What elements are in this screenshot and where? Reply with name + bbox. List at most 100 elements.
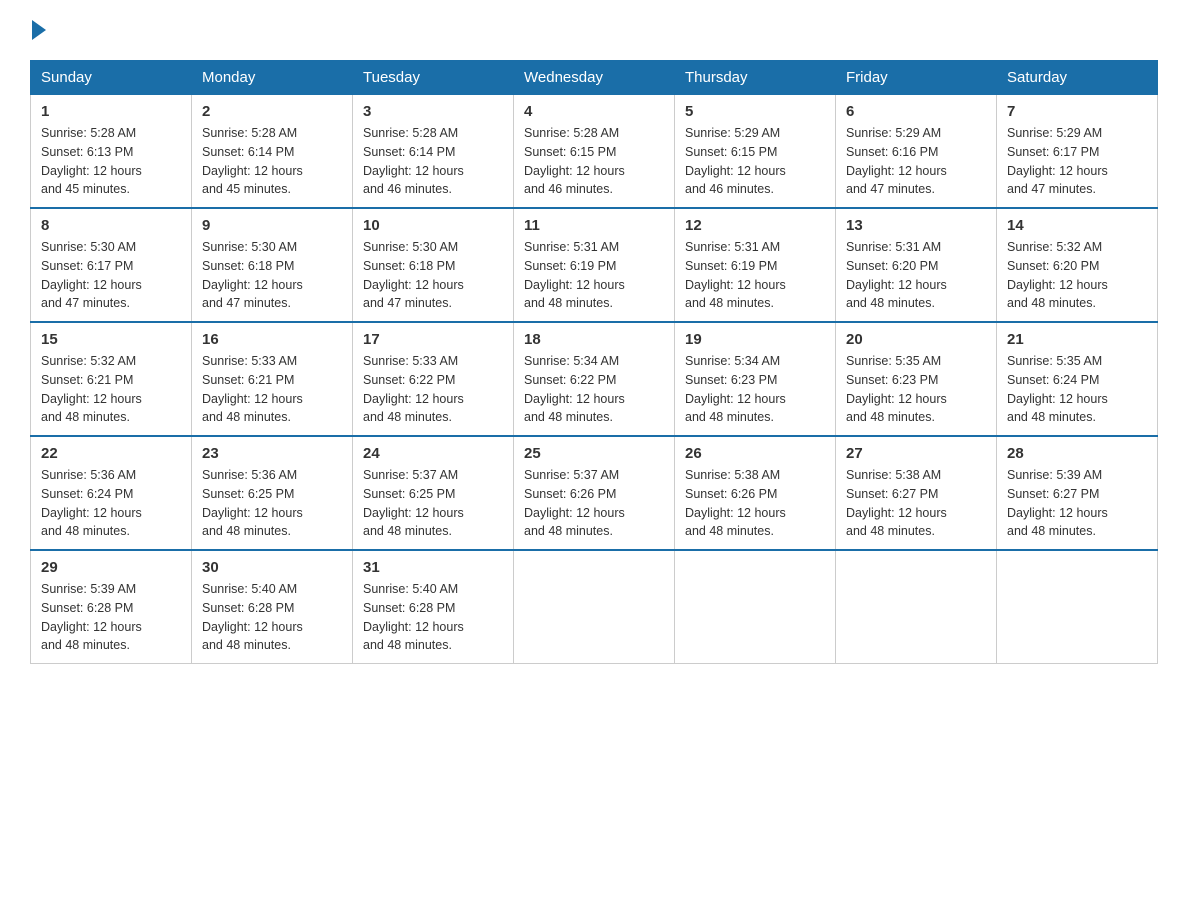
day-info: Sunrise: 5:31 AMSunset: 6:19 PMDaylight:… (685, 240, 786, 310)
day-number: 6 (846, 103, 986, 120)
calendar-day-cell: 4 Sunrise: 5:28 AMSunset: 6:15 PMDayligh… (514, 95, 675, 209)
calendar-week-row: 15 Sunrise: 5:32 AMSunset: 6:21 PMDaylig… (31, 322, 1158, 436)
day-info: Sunrise: 5:32 AMSunset: 6:20 PMDaylight:… (1007, 240, 1108, 310)
calendar-day-cell: 2 Sunrise: 5:28 AMSunset: 6:14 PMDayligh… (192, 95, 353, 209)
day-info: Sunrise: 5:28 AMSunset: 6:15 PMDaylight:… (524, 126, 625, 196)
calendar-day-cell: 19 Sunrise: 5:34 AMSunset: 6:23 PMDaylig… (675, 322, 836, 436)
day-of-week-header: Wednesday (514, 61, 675, 95)
day-number: 30 (202, 559, 342, 576)
calendar-day-cell: 9 Sunrise: 5:30 AMSunset: 6:18 PMDayligh… (192, 208, 353, 322)
day-of-week-header: Friday (836, 61, 997, 95)
calendar-day-cell: 18 Sunrise: 5:34 AMSunset: 6:22 PMDaylig… (514, 322, 675, 436)
day-number: 4 (524, 103, 664, 120)
day-number: 9 (202, 217, 342, 234)
calendar-day-cell: 12 Sunrise: 5:31 AMSunset: 6:19 PMDaylig… (675, 208, 836, 322)
day-number: 31 (363, 559, 503, 576)
day-info: Sunrise: 5:36 AMSunset: 6:25 PMDaylight:… (202, 468, 303, 538)
calendar-day-cell: 14 Sunrise: 5:32 AMSunset: 6:20 PMDaylig… (997, 208, 1158, 322)
day-number: 11 (524, 217, 664, 234)
day-info: Sunrise: 5:31 AMSunset: 6:20 PMDaylight:… (846, 240, 947, 310)
day-number: 13 (846, 217, 986, 234)
day-number: 29 (41, 559, 181, 576)
day-number: 22 (41, 445, 181, 462)
calendar-day-cell: 1 Sunrise: 5:28 AMSunset: 6:13 PMDayligh… (31, 95, 192, 209)
day-number: 27 (846, 445, 986, 462)
day-info: Sunrise: 5:38 AMSunset: 6:26 PMDaylight:… (685, 468, 786, 538)
calendar-header-row: SundayMondayTuesdayWednesdayThursdayFrid… (31, 61, 1158, 95)
day-of-week-header: Tuesday (353, 61, 514, 95)
calendar-week-row: 1 Sunrise: 5:28 AMSunset: 6:13 PMDayligh… (31, 95, 1158, 209)
day-number: 21 (1007, 331, 1147, 348)
day-number: 2 (202, 103, 342, 120)
day-number: 20 (846, 331, 986, 348)
calendar-day-cell: 5 Sunrise: 5:29 AMSunset: 6:15 PMDayligh… (675, 95, 836, 209)
logo (30, 20, 48, 40)
day-number: 7 (1007, 103, 1147, 120)
day-info: Sunrise: 5:37 AMSunset: 6:25 PMDaylight:… (363, 468, 464, 538)
calendar-day-cell: 11 Sunrise: 5:31 AMSunset: 6:19 PMDaylig… (514, 208, 675, 322)
day-number: 10 (363, 217, 503, 234)
day-of-week-header: Sunday (31, 61, 192, 95)
calendar-day-cell: 13 Sunrise: 5:31 AMSunset: 6:20 PMDaylig… (836, 208, 997, 322)
day-info: Sunrise: 5:38 AMSunset: 6:27 PMDaylight:… (846, 468, 947, 538)
calendar-day-cell: 31 Sunrise: 5:40 AMSunset: 6:28 PMDaylig… (353, 550, 514, 664)
calendar-day-cell: 27 Sunrise: 5:38 AMSunset: 6:27 PMDaylig… (836, 436, 997, 550)
calendar-day-cell: 17 Sunrise: 5:33 AMSunset: 6:22 PMDaylig… (353, 322, 514, 436)
day-number: 8 (41, 217, 181, 234)
day-info: Sunrise: 5:31 AMSunset: 6:19 PMDaylight:… (524, 240, 625, 310)
calendar-day-cell: 23 Sunrise: 5:36 AMSunset: 6:25 PMDaylig… (192, 436, 353, 550)
day-number: 16 (202, 331, 342, 348)
day-number: 23 (202, 445, 342, 462)
calendar-day-cell: 20 Sunrise: 5:35 AMSunset: 6:23 PMDaylig… (836, 322, 997, 436)
calendar-day-cell: 30 Sunrise: 5:40 AMSunset: 6:28 PMDaylig… (192, 550, 353, 664)
day-info: Sunrise: 5:30 AMSunset: 6:17 PMDaylight:… (41, 240, 142, 310)
day-info: Sunrise: 5:34 AMSunset: 6:23 PMDaylight:… (685, 354, 786, 424)
day-info: Sunrise: 5:36 AMSunset: 6:24 PMDaylight:… (41, 468, 142, 538)
day-number: 1 (41, 103, 181, 120)
day-info: Sunrise: 5:35 AMSunset: 6:24 PMDaylight:… (1007, 354, 1108, 424)
day-info: Sunrise: 5:40 AMSunset: 6:28 PMDaylight:… (363, 582, 464, 652)
day-number: 26 (685, 445, 825, 462)
day-info: Sunrise: 5:35 AMSunset: 6:23 PMDaylight:… (846, 354, 947, 424)
day-info: Sunrise: 5:29 AMSunset: 6:15 PMDaylight:… (685, 126, 786, 196)
page-header (30, 20, 1158, 40)
day-info: Sunrise: 5:34 AMSunset: 6:22 PMDaylight:… (524, 354, 625, 424)
calendar-week-row: 8 Sunrise: 5:30 AMSunset: 6:17 PMDayligh… (31, 208, 1158, 322)
calendar-day-cell: 26 Sunrise: 5:38 AMSunset: 6:26 PMDaylig… (675, 436, 836, 550)
calendar-day-cell: 22 Sunrise: 5:36 AMSunset: 6:24 PMDaylig… (31, 436, 192, 550)
day-info: Sunrise: 5:30 AMSunset: 6:18 PMDaylight:… (363, 240, 464, 310)
calendar-day-cell: 25 Sunrise: 5:37 AMSunset: 6:26 PMDaylig… (514, 436, 675, 550)
day-of-week-header: Thursday (675, 61, 836, 95)
day-info: Sunrise: 5:30 AMSunset: 6:18 PMDaylight:… (202, 240, 303, 310)
day-number: 12 (685, 217, 825, 234)
calendar-day-cell: 21 Sunrise: 5:35 AMSunset: 6:24 PMDaylig… (997, 322, 1158, 436)
calendar-week-row: 29 Sunrise: 5:39 AMSunset: 6:28 PMDaylig… (31, 550, 1158, 664)
calendar-day-cell (675, 550, 836, 664)
day-number: 24 (363, 445, 503, 462)
day-number: 14 (1007, 217, 1147, 234)
day-of-week-header: Saturday (997, 61, 1158, 95)
day-info: Sunrise: 5:39 AMSunset: 6:28 PMDaylight:… (41, 582, 142, 652)
calendar-week-row: 22 Sunrise: 5:36 AMSunset: 6:24 PMDaylig… (31, 436, 1158, 550)
day-number: 17 (363, 331, 503, 348)
calendar-day-cell (997, 550, 1158, 664)
calendar-day-cell: 24 Sunrise: 5:37 AMSunset: 6:25 PMDaylig… (353, 436, 514, 550)
calendar-day-cell: 16 Sunrise: 5:33 AMSunset: 6:21 PMDaylig… (192, 322, 353, 436)
day-number: 3 (363, 103, 503, 120)
day-number: 25 (524, 445, 664, 462)
day-number: 19 (685, 331, 825, 348)
day-number: 15 (41, 331, 181, 348)
calendar-day-cell: 7 Sunrise: 5:29 AMSunset: 6:17 PMDayligh… (997, 95, 1158, 209)
calendar-day-cell (514, 550, 675, 664)
calendar-day-cell: 28 Sunrise: 5:39 AMSunset: 6:27 PMDaylig… (997, 436, 1158, 550)
day-info: Sunrise: 5:32 AMSunset: 6:21 PMDaylight:… (41, 354, 142, 424)
day-info: Sunrise: 5:33 AMSunset: 6:21 PMDaylight:… (202, 354, 303, 424)
calendar-day-cell: 15 Sunrise: 5:32 AMSunset: 6:21 PMDaylig… (31, 322, 192, 436)
day-info: Sunrise: 5:29 AMSunset: 6:16 PMDaylight:… (846, 126, 947, 196)
day-info: Sunrise: 5:37 AMSunset: 6:26 PMDaylight:… (524, 468, 625, 538)
day-info: Sunrise: 5:33 AMSunset: 6:22 PMDaylight:… (363, 354, 464, 424)
day-info: Sunrise: 5:28 AMSunset: 6:13 PMDaylight:… (41, 126, 142, 196)
day-info: Sunrise: 5:28 AMSunset: 6:14 PMDaylight:… (202, 126, 303, 196)
day-number: 18 (524, 331, 664, 348)
day-info: Sunrise: 5:40 AMSunset: 6:28 PMDaylight:… (202, 582, 303, 652)
